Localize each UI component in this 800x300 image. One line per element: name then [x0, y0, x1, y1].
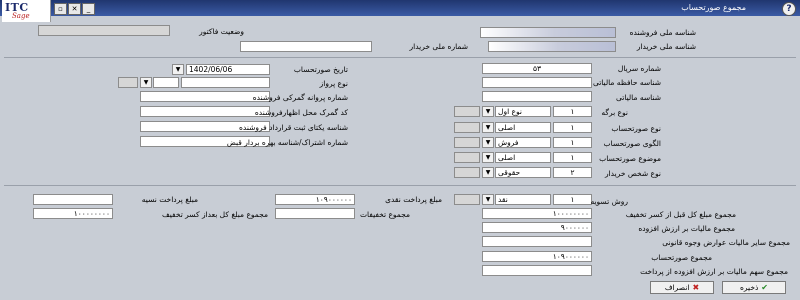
invoice-status-label: وضعیت فاکتور [199, 27, 244, 36]
close-icon: ✖ [692, 283, 700, 292]
invoice-type-label: نوع صورتحساب [611, 124, 661, 133]
logo-subtext: Sage [12, 12, 30, 20]
minimize-button[interactable]: _ [82, 3, 95, 15]
tax-memory-id-label: شناسه حافظه مالیاتی [592, 78, 661, 87]
flight-type-value [153, 77, 179, 88]
seller-national-id-label: شناسه ملی فروشنده [629, 28, 696, 37]
sheet-type-label: نوع برگه [601, 108, 628, 117]
section-divider-bottom [4, 185, 796, 186]
serial-number-field[interactable]: ۵۳ [482, 63, 592, 74]
invoice-total-label: مجموع صورتحساب [651, 253, 712, 262]
sheet-type-gray [454, 106, 480, 117]
buyer-type-gray [454, 167, 480, 178]
close-button[interactable]: ✕ [68, 3, 81, 15]
buyer-national-number-field[interactable] [240, 41, 372, 52]
payment-method-code[interactable]: ۱ [553, 194, 592, 205]
pattern-gray [454, 137, 480, 148]
subject-code[interactable]: ۱ [553, 152, 592, 163]
flight-type-code[interactable] [181, 77, 270, 88]
buyer-type-code[interactable]: ۲ [553, 167, 592, 178]
sheet-type-value: نوع اول [495, 106, 551, 117]
invoice-status-field [38, 25, 170, 36]
payment-method-dropdown-icon[interactable]: ▼ [482, 194, 494, 205]
total-after-discount-label: مجموع مبلغ کل بعداز کسر تخفیف [162, 210, 268, 219]
credit-payment-label: مبلغ پرداخت نسیه [141, 195, 198, 204]
buyer-national-number-label: شماره ملی خریدار [409, 42, 468, 51]
restore-button[interactable]: ▫ [54, 3, 67, 15]
total-before-discount-label: مجموع مبلغ کل قبل از کسر تخفیف [625, 210, 736, 219]
save-button[interactable]: ذخیره ✔ [722, 281, 786, 294]
customs-code-label: کد گمرک محل اظهارفروشنده [254, 108, 348, 117]
pattern-dropdown-icon[interactable]: ▼ [482, 137, 494, 148]
other-duties-label: مجموع سایر مالیات عوارض وجوه قانونی [662, 238, 790, 247]
buyer-type-label: نوع شخص خریدار [604, 169, 661, 178]
payment-method-label: روش تسویه [590, 197, 628, 206]
subject-label: موضوع صورتحساب [599, 154, 661, 163]
total-after-discount-field: ۱۰۰۰۰۰۰۰۰ [33, 208, 113, 219]
vat-share-field [482, 265, 592, 276]
itc-logo: ITC Sage [2, 0, 51, 22]
tax-memory-id-field[interactable] [482, 77, 592, 88]
vat-total-field: ۹۰۰۰۰۰۰ [482, 222, 592, 233]
sheet-type-dropdown-icon[interactable]: ▼ [482, 106, 494, 117]
payment-method-value: نقد [495, 194, 551, 205]
window-title: مجموع صورتحساب [681, 3, 746, 12]
check-icon: ✔ [761, 283, 768, 292]
cash-payment-field[interactable]: ۱۰۹۰۰۰۰۰۰ [275, 194, 355, 205]
subject-dropdown-icon[interactable]: ▼ [482, 152, 494, 163]
total-before-discount-field: ۱۰۰۰۰۰۰۰۰ [482, 208, 592, 219]
help-icon[interactable]: ? [782, 2, 796, 16]
seller-national-id-field[interactable] [480, 27, 616, 38]
subject-value: اصلی [495, 152, 551, 163]
cancel-button[interactable]: انصراف ✖ [650, 281, 714, 294]
vat-total-label: مجموع مالیات بر ارزش افزوده [638, 224, 735, 233]
pattern-label: الگوی صورتحساب [603, 139, 661, 148]
invoice-type-gray [454, 122, 480, 133]
customs-license-field[interactable] [140, 91, 270, 102]
sheet-type-code[interactable]: ۱ [553, 106, 592, 117]
date-dropdown-icon[interactable]: ▼ [172, 64, 184, 75]
customs-code-field[interactable] [140, 106, 270, 117]
invoice-total-field: ۱۰۹۰۰۰۰۰۰ [482, 251, 592, 262]
flight-type-dropdown-icon[interactable]: ▼ [140, 77, 152, 88]
contract-id-label: شناسه یکتای ثبت قرارداد فروشنده [239, 123, 348, 132]
pattern-value: فروش [495, 137, 551, 148]
tax-id-field[interactable] [482, 91, 592, 102]
buyer-national-id-label: شناسه ملی خریدار [636, 42, 696, 51]
subject-gray [454, 152, 480, 163]
invoice-type-code[interactable]: ۱ [553, 122, 592, 133]
invoice-date-field[interactable]: 1402/06/06 [186, 64, 270, 75]
tax-id-label: شناسه مالیاتی [616, 93, 661, 102]
flight-type-label: نوع پرواز [319, 79, 348, 88]
buyer-type-value: حقوقی [495, 167, 551, 178]
invoice-date-label: تاریخ صورتحساب [293, 65, 348, 74]
title-bar: ITC Sage ▫ ✕ _ مجموع صورتحساب ? [0, 0, 800, 22]
subscription-label: شماره اشتراک/شناسه بهره بردار قبض [226, 138, 348, 147]
discounts-label: مجموع تخفیفات [359, 210, 410, 219]
buyer-national-id-field[interactable] [488, 41, 616, 52]
discounts-field [275, 208, 355, 219]
invoice-type-value: اصلی [495, 122, 551, 133]
cash-payment-label: مبلغ پرداخت نقدی [385, 195, 442, 204]
credit-payment-field[interactable] [33, 194, 113, 205]
section-divider-top [4, 57, 796, 58]
payment-method-gray [454, 194, 480, 205]
invoice-type-dropdown-icon[interactable]: ▼ [482, 122, 494, 133]
flight-type-gray [118, 77, 138, 88]
buyer-type-dropdown-icon[interactable]: ▼ [482, 167, 494, 178]
other-duties-field [482, 236, 592, 247]
vat-share-label: مجموع سهم مالیات بر ارزش افزوده از پرداخ… [640, 267, 788, 276]
serial-number-label: شماره سریال [617, 64, 661, 73]
save-button-label: ذخیره [739, 283, 759, 292]
cancel-button-label: انصراف [664, 283, 690, 292]
pattern-code[interactable]: ۱ [553, 137, 592, 148]
customs-license-label: شماره پروانه گمرکی فروشنده [252, 93, 348, 102]
